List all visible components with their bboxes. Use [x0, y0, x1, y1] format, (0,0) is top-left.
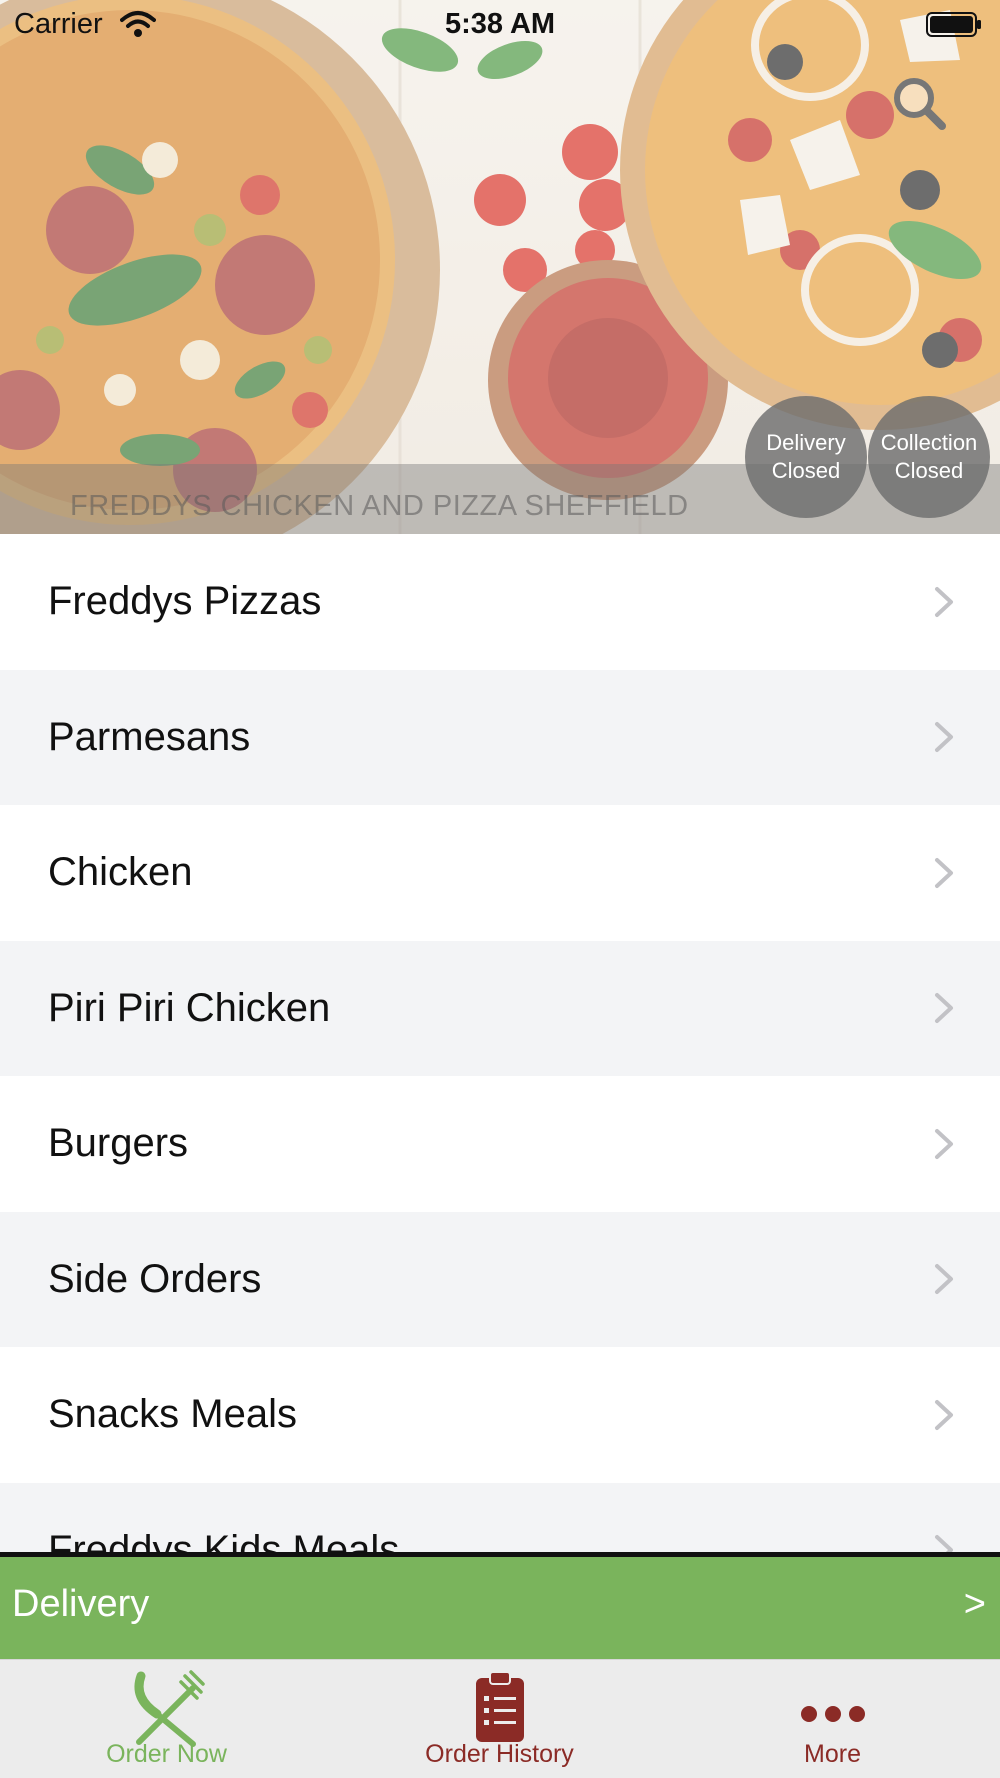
more-dots-icon [800, 1706, 865, 1722]
delivery-badge-status: Closed [771, 458, 841, 483]
delivery-badge-title: Delivery [766, 430, 846, 455]
tab-order-history[interactable]: Order History [333, 1660, 666, 1778]
menu-item-label: Snacks Meals [48, 1392, 297, 1437]
tab-bar: Order Now Order History More [0, 1659, 1000, 1778]
status-time: 5:38 AM [444, 8, 556, 40]
tab-order-now-label: Order Now [106, 1740, 227, 1768]
chevron-right-icon [935, 857, 953, 888]
restaurant-name: FREDDYS CHICKEN AND PIZZA SHEFFIELD [70, 490, 689, 522]
chevron-right-icon [935, 722, 953, 753]
collection-status-badge: Collection Closed [868, 396, 990, 518]
delivery-mode-label: Delivery [12, 1583, 150, 1625]
collection-badge-title: Collection [880, 430, 978, 455]
menu-item-label: Chicken [48, 850, 193, 895]
menu-item-snacks-meals[interactable]: Snacks Meals [0, 1347, 1000, 1483]
chevron-right-icon [935, 1264, 953, 1295]
menu-item-side-orders[interactable]: Side Orders [0, 1211, 1000, 1347]
tab-more-label: More [804, 1740, 861, 1768]
menu-item-label: Burgers [48, 1121, 189, 1166]
menu-item-parmesans[interactable]: Parmesans [0, 669, 1000, 805]
chevron-right-icon [935, 1128, 953, 1159]
search-icon[interactable] [890, 74, 948, 132]
menu-category-list: Freddys Pizzas Parmesans Chicken Piri Pi… [0, 534, 1000, 1554]
menu-item-piri-piri-chicken[interactable]: Piri Piri Chicken [0, 940, 1000, 1076]
menu-item-label: Piri Piri Chicken [48, 985, 331, 1030]
chevron-right-icon [935, 1535, 953, 1554]
status-bar: Carrier 5:38 AM [0, 0, 1000, 50]
battery-icon [926, 12, 981, 37]
chevron-right-icon [935, 993, 953, 1024]
tab-order-history-label: Order History [425, 1740, 574, 1768]
tab-order-now[interactable]: Order Now [0, 1660, 333, 1778]
delivery-arrow-icon: > [963, 1583, 986, 1625]
clipboard-icon [475, 1671, 524, 1742]
collection-badge-status: Closed [894, 458, 964, 483]
tab-more[interactable]: More [666, 1660, 999, 1778]
menu-item-label: Side Orders [48, 1256, 262, 1301]
chevron-right-icon [935, 1399, 953, 1430]
menu-item-label: Freddys Pizzas [48, 579, 322, 624]
menu-item-freddys-pizzas[interactable]: Freddys Pizzas [0, 534, 1000, 670]
menu-item-label: Freddys Kids Meals [48, 1527, 400, 1554]
menu-item-label: Parmesans [48, 714, 251, 759]
delivery-status-badge: Delivery Closed [745, 396, 867, 518]
menu-item-chicken[interactable]: Chicken [0, 805, 1000, 941]
menu-item-burgers[interactable]: Burgers [0, 1076, 1000, 1212]
delivery-mode-button[interactable]: Delivery > [0, 1557, 1000, 1659]
fork-knife-icon [134, 1670, 205, 1747]
menu-item-freddys-kids-meals[interactable]: Freddys Kids Meals [0, 1482, 1000, 1554]
chevron-right-icon [935, 586, 953, 617]
